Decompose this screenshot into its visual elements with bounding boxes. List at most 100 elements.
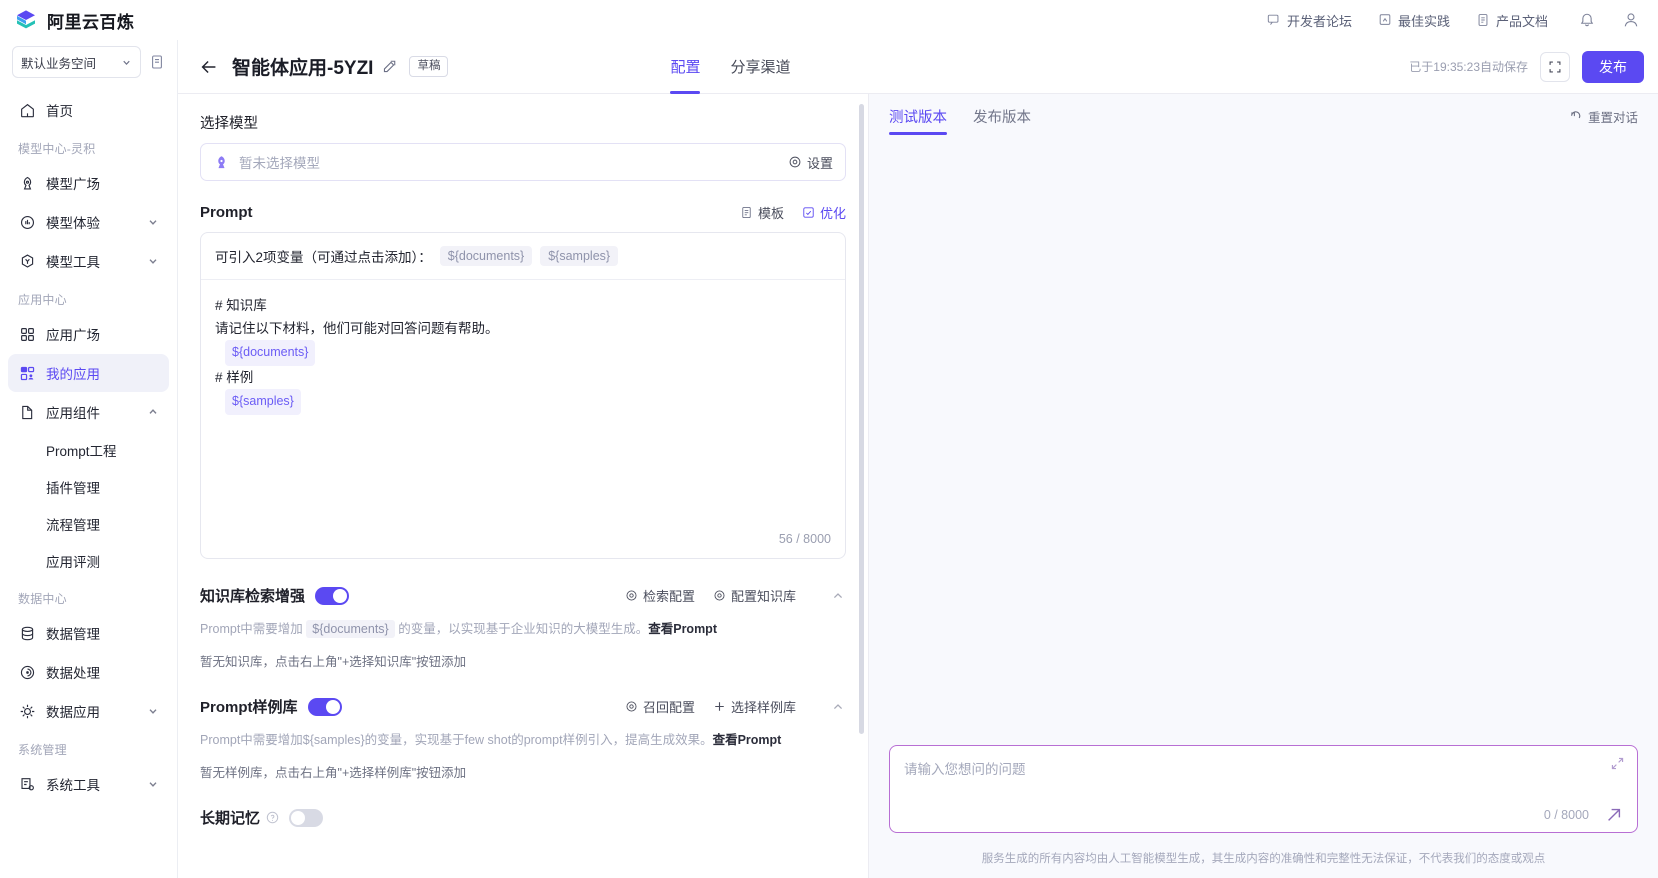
- sidebar-nav: 首页 模型中心-灵积 模型广场 模型体验 模型工具 应用中心 应用广场 我的应用…: [0, 86, 177, 878]
- topnav-label-best-practice: 最佳实践: [1397, 13, 1450, 29]
- bell-icon[interactable]: [1578, 11, 1596, 29]
- chevron-up-icon[interactable]: [830, 588, 846, 604]
- sidebar-label-app-components: 应用组件: [46, 406, 100, 421]
- kb-retrieval-config-label: 检索配置: [642, 589, 695, 604]
- chevron-up-icon[interactable]: [830, 699, 846, 715]
- prompt-optimize-button[interactable]: 优化: [802, 203, 846, 222]
- samples-recall-config-button[interactable]: 召回配置: [625, 697, 695, 716]
- prompt-text-area[interactable]: # 知识库 请记住以下材料，他们可能对回答问题有帮助。 ${documents}…: [201, 280, 845, 532]
- sidebar-item-model-tools[interactable]: 模型工具: [8, 242, 169, 280]
- model-experience-icon: [18, 213, 36, 231]
- bailian-logo-icon: [14, 8, 38, 32]
- sidebar-item-data-processing[interactable]: 数据处理: [8, 653, 169, 691]
- kb-toggle[interactable]: [315, 586, 350, 605]
- sidebar-subitem-app-evaluation[interactable]: 应用评测: [8, 543, 169, 579]
- memory-toggle[interactable]: [289, 808, 324, 827]
- memory-header-row: 长期记忆: [200, 807, 846, 828]
- samples-toggle[interactable]: [307, 697, 342, 716]
- kb-actions: 检索配置 配置知识库: [625, 586, 846, 605]
- main-area: 智能体应用-5YZI 草稿 配置 分享渠道 已于19:35:23自动保存 发布 …: [178, 40, 1658, 878]
- prompt-line: # 知识库: [215, 298, 267, 313]
- prompt-template-label: 模板: [757, 206, 784, 221]
- main-header: 智能体应用-5YZI 草稿 配置 分享渠道 已于19:35:23自动保存 发布: [178, 40, 1658, 94]
- chat-message-list: [869, 138, 1658, 745]
- chat-input[interactable]: 请输入您想问的问题 0 / 8000: [889, 745, 1638, 833]
- top-nav: 开发者论坛 最佳实践 产品文档: [1267, 11, 1548, 30]
- tab-published-version[interactable]: 发布版本: [973, 94, 1031, 138]
- autosave-status: 已于19:35:23自动保存: [1409, 60, 1528, 74]
- chevron-down-icon[interactable]: [147, 216, 159, 228]
- chevron-up-icon[interactable]: [147, 406, 159, 418]
- document-icon: [1476, 13, 1490, 27]
- question-circle-icon[interactable]: [266, 811, 279, 824]
- back-arrow-icon[interactable]: [196, 54, 222, 80]
- sidebar-label-data-application: 数据应用: [46, 705, 100, 720]
- brand[interactable]: 阿里云百炼: [14, 8, 176, 33]
- config-scrollbar-thumb[interactable]: [859, 104, 864, 734]
- my-apps-icon: [18, 364, 36, 382]
- chevron-down-icon[interactable]: [147, 705, 159, 717]
- samples-actions: 召回配置 选择样例库: [625, 697, 846, 716]
- chat-input-footer: 0 / 8000: [904, 806, 1623, 824]
- edit-pencil-icon[interactable]: [382, 59, 397, 74]
- prompt-editor[interactable]: 可引入2项变量（可通过点击添加）： ${documents} ${samples…: [200, 232, 846, 559]
- sidebar-item-app-square[interactable]: 应用广场: [8, 315, 169, 353]
- sidebar-item-model-square[interactable]: 模型广场: [8, 164, 169, 202]
- topnav-item-forum[interactable]: 开发者论坛: [1267, 11, 1352, 30]
- chat-input-placeholder: 请输入您想问的问题: [904, 762, 1026, 777]
- body: 默认业务空间 首页 模型中心-灵积 模型广场 模型体验 模型工具 应用中心 应用…: [0, 40, 1658, 878]
- samples-select-button[interactable]: 选择样例库: [713, 697, 796, 716]
- sidebar-item-system-tools[interactable]: 系统工具: [8, 765, 169, 803]
- sidebar-group-title-system-management: 系统管理: [18, 743, 67, 757]
- prompt-section-title: Prompt: [200, 204, 253, 221]
- publish-button[interactable]: 发布: [1582, 50, 1644, 83]
- sidebar-subitem-flow-management[interactable]: 流程管理: [8, 506, 169, 542]
- chat-counter: 0 / 8000: [1543, 808, 1589, 822]
- kb-config-button[interactable]: 配置知识库: [713, 586, 796, 605]
- samples-recall-config-label: 召回配置: [642, 700, 695, 715]
- samples-header-row: Prompt样例库 召回配置 选择样例库: [200, 696, 846, 717]
- sidebar-label-system-tools: 系统工具: [46, 778, 100, 793]
- send-arrow-icon[interactable]: [1605, 806, 1623, 824]
- sidebar-item-app-components[interactable]: 应用组件: [8, 393, 169, 431]
- workspace-select[interactable]: 默认业务空间: [12, 46, 141, 78]
- fullscreen-icon[interactable]: [1540, 51, 1570, 82]
- tab-share-channel[interactable]: 分享渠道: [730, 40, 790, 94]
- tab-test-version[interactable]: 测试版本: [889, 94, 947, 138]
- knowledge-base-section: 知识库检索增强 检索配置 配置知识库 Prompt中需要增加 ${documen…: [200, 585, 846, 670]
- sidebar-item-home[interactable]: 首页: [8, 91, 169, 129]
- sidebar-item-data-management[interactable]: 数据管理: [8, 614, 169, 652]
- sidebar-subitem-prompt-engineering[interactable]: Prompt工程: [8, 432, 169, 468]
- topnav-label-forum: 开发者论坛: [1286, 13, 1352, 29]
- sidebar-subitem-plugin-management[interactable]: 插件管理: [8, 469, 169, 505]
- model-setting-button[interactable]: 设置: [788, 153, 833, 172]
- var-chip-documents[interactable]: ${documents}: [439, 246, 533, 266]
- inline-var-samples: ${samples}: [225, 389, 301, 415]
- gear-icon: [713, 589, 726, 602]
- sidebar-item-model-experience[interactable]: 模型体验: [8, 203, 169, 241]
- samples-view-prompt-link[interactable]: 查看Prompt: [713, 733, 782, 747]
- topnav-item-product-doc[interactable]: 产品文档: [1476, 11, 1548, 30]
- config-scrollbar[interactable]: [859, 104, 864, 868]
- kb-view-prompt-link[interactable]: 查看Prompt: [648, 622, 717, 636]
- expand-corner-icon[interactable]: [1610, 756, 1625, 771]
- kb-retrieval-config-button[interactable]: 检索配置: [625, 586, 695, 605]
- chat-pane: 测试版本 发布版本 重置对话 请输入您想问的问题 0 / 8000 服务生成的所…: [868, 94, 1658, 878]
- page-title: 智能体应用-5YZI: [232, 58, 374, 79]
- long-term-memory-section: 长期记忆: [200, 807, 846, 828]
- tab-config[interactable]: 配置: [670, 40, 701, 94]
- var-chip-samples[interactable]: ${samples}: [540, 246, 619, 266]
- reset-conversation-button[interactable]: 重置对话: [1569, 107, 1638, 126]
- prompt-template-button[interactable]: 模板: [740, 203, 784, 222]
- prompt-samples-section: Prompt样例库 召回配置 选择样例库 Prompt中需要增加${sample…: [200, 696, 846, 781]
- doc-page-icon[interactable]: [147, 52, 167, 72]
- topnav-item-best-practice[interactable]: 最佳实践: [1378, 11, 1450, 30]
- chevron-down-icon[interactable]: [147, 255, 159, 267]
- sidebar-item-data-application[interactable]: 数据应用: [8, 692, 169, 730]
- memory-title: 长期记忆: [200, 810, 261, 827]
- model-select[interactable]: 暂未选择模型 设置: [200, 143, 846, 181]
- user-avatar-icon[interactable]: [1622, 11, 1640, 29]
- sidebar-item-my-apps[interactable]: 我的应用: [8, 354, 169, 392]
- kb-hint-prefix: Prompt中需要增加: [200, 622, 303, 636]
- chevron-down-icon[interactable]: [147, 778, 159, 790]
